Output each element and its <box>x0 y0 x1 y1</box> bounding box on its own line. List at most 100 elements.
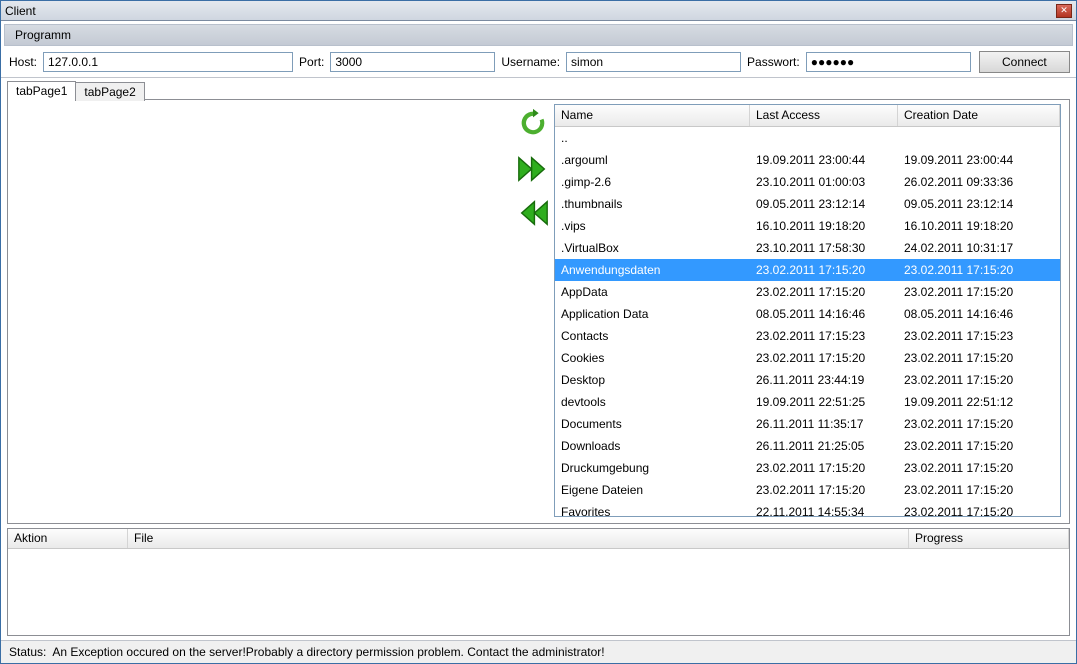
cell-name: .argouml <box>555 153 750 167</box>
cell-last-access: 23.10.2011 01:00:03 <box>750 175 898 189</box>
cell-creation-date: 23.02.2011 17:15:20 <box>898 461 1060 475</box>
cell-last-access: 19.09.2011 22:51:25 <box>750 395 898 409</box>
refresh-icon[interactable] <box>516 106 550 140</box>
table-row[interactable]: Druckumgebung23.02.2011 17:15:2023.02.20… <box>555 457 1060 479</box>
tab-content: Name Last Access Creation Date .. .argoum… <box>7 99 1070 524</box>
left-pane <box>8 100 512 523</box>
table-row[interactable]: Desktop26.11.2011 23:44:1923.02.2011 17:… <box>555 369 1060 391</box>
host-input[interactable] <box>43 52 293 72</box>
menu-programm[interactable]: Programm <box>5 25 81 45</box>
cell-last-access: 19.09.2011 23:00:44 <box>750 153 898 167</box>
port-label: Port: <box>297 55 326 69</box>
forward-icon[interactable] <box>516 154 550 184</box>
port-input[interactable] <box>330 52 495 72</box>
table-row[interactable]: Eigene Dateien23.02.2011 17:15:2023.02.2… <box>555 479 1060 501</box>
transfer-grid: Aktion File Progress <box>7 528 1070 636</box>
table-row[interactable]: Application Data08.05.2011 14:16:4608.05… <box>555 303 1060 325</box>
cell-name: Contacts <box>555 329 750 343</box>
table-row[interactable]: Downloads26.11.2011 21:25:0523.02.2011 1… <box>555 435 1060 457</box>
file-list-body[interactable]: ...argouml19.09.2011 23:00:4419.09.2011 … <box>555 127 1060 516</box>
table-row[interactable]: Anwendungsdaten23.02.2011 17:15:2023.02.… <box>555 259 1060 281</box>
tab-page-1[interactable]: tabPage1 <box>7 81 76 100</box>
connection-bar: Host: Port: Username: Passwort: Connect <box>1 49 1076 78</box>
table-row[interactable]: .VirtualBox23.10.2011 17:58:3024.02.2011… <box>555 237 1060 259</box>
menubar: Programm <box>4 24 1073 46</box>
cell-creation-date: 23.02.2011 17:15:20 <box>898 505 1060 516</box>
password-input[interactable] <box>806 52 971 72</box>
cell-creation-date: 23.02.2011 17:15:20 <box>898 285 1060 299</box>
table-row[interactable]: .thumbnails09.05.2011 23:12:1409.05.2011… <box>555 193 1060 215</box>
cell-last-access: 26.11.2011 11:35:17 <box>750 417 898 431</box>
cell-name: AppData <box>555 285 750 299</box>
col-file[interactable]: File <box>128 529 909 548</box>
window-title: Client <box>5 4 1056 18</box>
password-label: Passwort: <box>745 55 802 69</box>
table-row[interactable]: Cookies23.02.2011 17:15:2023.02.2011 17:… <box>555 347 1060 369</box>
transfer-grid-body <box>8 549 1069 635</box>
cell-creation-date: 09.05.2011 23:12:14 <box>898 197 1060 211</box>
cell-last-access: 26.11.2011 23:44:19 <box>750 373 898 387</box>
cell-name: .thumbnails <box>555 197 750 211</box>
transfer-buttons <box>512 100 554 523</box>
table-row[interactable]: .. <box>555 127 1060 149</box>
cell-name: Favorites <box>555 505 750 516</box>
cell-name: Cookies <box>555 351 750 365</box>
cell-creation-date: 23.02.2011 17:15:23 <box>898 329 1060 343</box>
cell-creation-date: 23.02.2011 17:15:20 <box>898 351 1060 365</box>
table-row[interactable]: .gimp-2.623.10.2011 01:00:0326.02.2011 0… <box>555 171 1060 193</box>
cell-name: .gimp-2.6 <box>555 175 750 189</box>
username-input[interactable] <box>566 52 741 72</box>
cell-creation-date: 23.02.2011 17:15:20 <box>898 373 1060 387</box>
table-row[interactable]: AppData23.02.2011 17:15:2023.02.2011 17:… <box>555 281 1060 303</box>
cell-name: devtools <box>555 395 750 409</box>
status-text: An Exception occured on the server!Proba… <box>52 645 604 659</box>
cell-name: Documents <box>555 417 750 431</box>
cell-name: Downloads <box>555 439 750 453</box>
cell-name: .vips <box>555 219 750 233</box>
cell-creation-date: 24.02.2011 10:31:17 <box>898 241 1060 255</box>
cell-last-access: 23.02.2011 17:15:20 <box>750 285 898 299</box>
cell-last-access: 23.10.2011 17:58:30 <box>750 241 898 255</box>
cell-last-access: 09.05.2011 23:12:14 <box>750 197 898 211</box>
back-icon[interactable] <box>516 198 550 228</box>
status-label: Status: <box>9 645 46 659</box>
tab-page-2[interactable]: tabPage2 <box>75 82 144 101</box>
cell-last-access: 22.11.2011 14:55:34 <box>750 505 898 516</box>
cell-last-access: 23.02.2011 17:15:20 <box>750 351 898 365</box>
host-label: Host: <box>7 55 39 69</box>
col-name[interactable]: Name <box>555 105 750 126</box>
cell-name: Druckumgebung <box>555 461 750 475</box>
table-row[interactable]: Documents26.11.2011 11:35:1723.02.2011 1… <box>555 413 1060 435</box>
cell-creation-date: 19.09.2011 23:00:44 <box>898 153 1060 167</box>
col-aktion[interactable]: Aktion <box>8 529 128 548</box>
table-row[interactable]: devtools19.09.2011 22:51:2519.09.2011 22… <box>555 391 1060 413</box>
cell-creation-date: 23.02.2011 17:15:20 <box>898 417 1060 431</box>
cell-name: Anwendungsdaten <box>555 263 750 277</box>
col-last-access[interactable]: Last Access <box>750 105 898 126</box>
cell-creation-date: 26.02.2011 09:33:36 <box>898 175 1060 189</box>
col-creation-date[interactable]: Creation Date <box>898 105 1060 126</box>
cell-creation-date: 23.02.2011 17:15:20 <box>898 483 1060 497</box>
cell-creation-date: 19.09.2011 22:51:12 <box>898 395 1060 409</box>
table-row[interactable]: .argouml19.09.2011 23:00:4419.09.2011 23… <box>555 149 1060 171</box>
statusbar: Status: An Exception occured on the serv… <box>1 640 1076 663</box>
file-list-header: Name Last Access Creation Date <box>555 105 1060 127</box>
cell-last-access: 08.05.2011 14:16:46 <box>750 307 898 321</box>
cell-last-access: 16.10.2011 19:18:20 <box>750 219 898 233</box>
table-row[interactable]: Favorites22.11.2011 14:55:3423.02.2011 1… <box>555 501 1060 516</box>
cell-last-access: 26.11.2011 21:25:05 <box>750 439 898 453</box>
connect-button[interactable]: Connect <box>979 51 1070 73</box>
cell-creation-date: 16.10.2011 19:18:20 <box>898 219 1060 233</box>
tab-strip: tabPage1 tabPage2 <box>1 80 1076 99</box>
cell-last-access: 23.02.2011 17:15:20 <box>750 461 898 475</box>
cell-name: .. <box>555 131 750 145</box>
cell-creation-date: 08.05.2011 14:16:46 <box>898 307 1060 321</box>
cell-name: Eigene Dateien <box>555 483 750 497</box>
col-progress[interactable]: Progress <box>909 529 1069 548</box>
cell-name: .VirtualBox <box>555 241 750 255</box>
cell-creation-date: 23.02.2011 17:15:20 <box>898 263 1060 277</box>
close-icon[interactable]: ✕ <box>1056 4 1072 18</box>
cell-last-access: 23.02.2011 17:15:20 <box>750 263 898 277</box>
table-row[interactable]: Contacts23.02.2011 17:15:2323.02.2011 17… <box>555 325 1060 347</box>
table-row[interactable]: .vips16.10.2011 19:18:2016.10.2011 19:18… <box>555 215 1060 237</box>
